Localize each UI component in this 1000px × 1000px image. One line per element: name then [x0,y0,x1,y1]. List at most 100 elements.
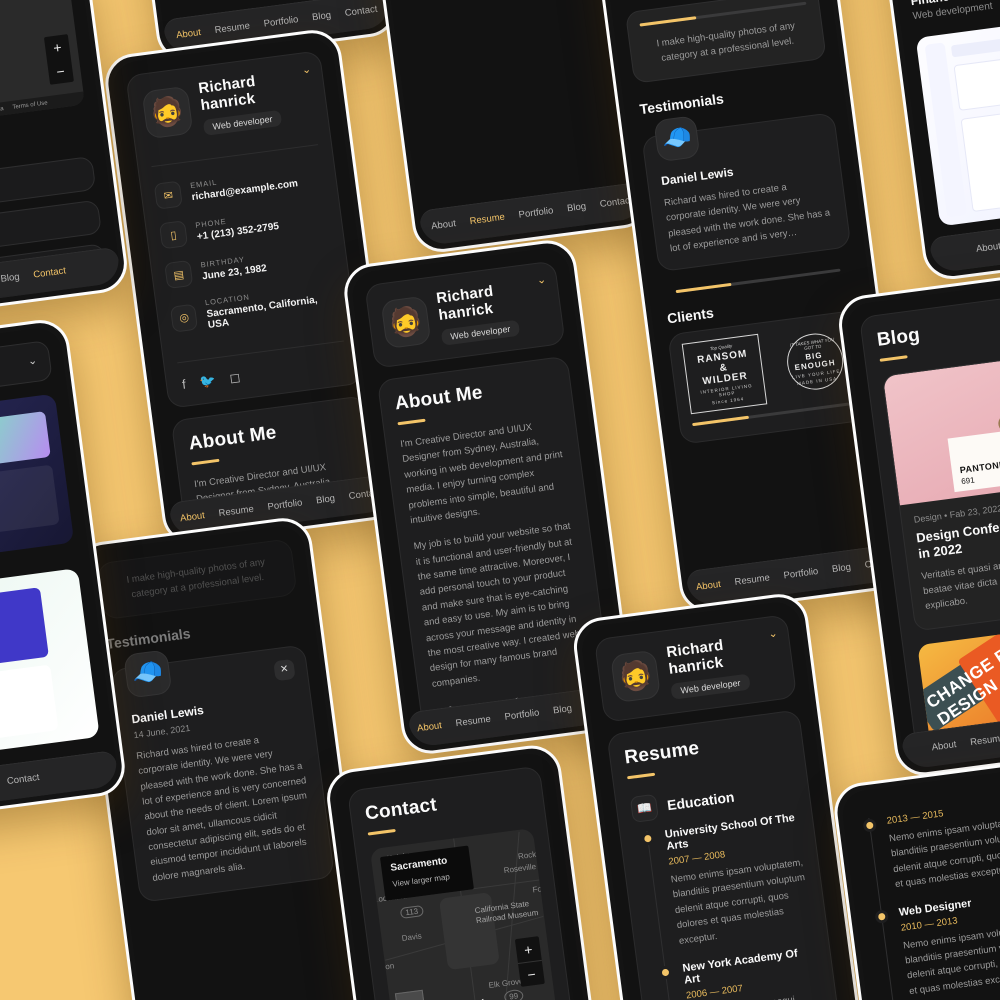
nav-item-about[interactable]: About [431,218,457,232]
phone-mock-contact-form: Elk Grove + − Google Keyboard shortcuts … [0,0,131,321]
testimonial-text: Richard was hired to create a corporate … [135,734,308,884]
map-footer-item[interactable]: Terms of Use [12,100,48,111]
map-zoom-controls[interactable]: + − [514,936,545,987]
nav-item-blog[interactable]: Blog [311,10,331,23]
title-underline [367,828,396,836]
chevron-down-icon: ⌄ [27,354,38,368]
nav-item-about[interactable]: About [176,27,202,41]
page-title: About Me [187,422,278,455]
map-label: Davis [401,931,423,943]
nav-item-resume[interactable]: Resume [218,504,255,520]
nav-item-blog[interactable]: Blog [566,201,586,214]
map-footer-item[interactable]: Map Data [0,106,4,115]
nav-item-resume[interactable]: Resume [469,212,506,228]
close-icon[interactable]: ✕ [273,658,296,682]
zoom-out-button[interactable]: − [517,959,545,987]
service-text: I make high-quality photos of any catego… [655,20,796,65]
avatar: 🧔 [380,295,432,350]
portfolio-thumbnail[interactable] [0,393,75,568]
nav-item-about[interactable]: About [931,739,957,753]
testimonial-excerpt: Richard was hired to create a corporate … [663,181,831,255]
pantone-brand: PANTONE [959,459,1000,476]
nav-item-about[interactable]: About [695,579,721,593]
zoom-out-button[interactable]: − [47,58,74,85]
map[interactable]: Knights Rocklin Roseville oodland Folsom… [369,828,558,1000]
chevron-down-icon[interactable]: ⌄ [301,62,312,76]
nav-item-contact[interactable]: Contact [344,4,378,19]
portfolio-thumbnail[interactable] [0,568,100,763]
title-underline [879,355,908,362]
testimonials-heading: Testimonials [638,90,725,118]
testimonial-card[interactable]: 🧢 Daniel Lewis Richard was hired to crea… [641,111,852,273]
profile-name: Richard hanrick [435,282,495,324]
nav-item-portfolio[interactable]: Portfolio [267,497,303,512]
page-title: Resume [623,737,701,769]
about-paragraph-1: I'm Creative Director and UI/UX Designer… [399,421,564,527]
nav-item-resume[interactable]: Resume [970,733,1000,749]
nav-item-about[interactable]: About [417,720,443,734]
nav-item-blog[interactable]: Blog [552,703,572,716]
page-title: Blog [875,324,922,351]
client-logo-ransom-wilder[interactable]: Top Quality RANSOM & WILDER INTERIOR LIV… [681,333,768,414]
blog-post[interactable]: PANTONE 691 Design • Fab 23, 2022 Design… [881,355,1000,632]
avatar: 🧔 [141,85,194,140]
avatar: 🧢 [123,648,173,699]
service-card: I make high-quality photos of any catego… [95,538,298,621]
resume-card: Resume 📖 Education University School Of … [606,709,846,1000]
map-larger-link[interactable]: View larger map [392,872,450,888]
nav-item-portfolio[interactable]: Portfolio [518,205,554,220]
nav-item-contact[interactable]: Contact [6,772,40,787]
timeline-item: 2013 — 2015 Nemo enims ipsam voluptatem,… [886,795,1000,892]
nav-item-resume[interactable]: Resume [214,21,251,37]
chevron-down-icon[interactable]: ⌄ [536,273,547,287]
timeline-text: Nemo enims ipsam voluptatem, blanditiis … [670,857,806,947]
nav-item-about[interactable]: About [975,241,1000,255]
blog-date: Fab 23, 2022 [949,503,1000,520]
chevron-down-icon[interactable]: ⌄ [768,627,779,641]
blog-category: Design [913,511,943,525]
nav-item-blog[interactable]: Blog [831,562,851,575]
profile-role: Web developer [202,109,283,136]
profile-role: Web developer [670,673,751,700]
about-paragraph-2: My job is to build your website so that … [413,520,581,690]
nav-item-portfolio[interactable]: Portfolio [783,566,819,581]
showcase-stage: About Resume Portfolio Blog Contact 🧔 Ri… [0,0,1000,1000]
nav-item-about[interactable]: About [180,510,206,524]
profile-card: 🧔 Richard hanrick Web developer ⌄ [593,614,798,723]
pantone-code: 691 [960,475,976,487]
zoom-in-button[interactable]: + [44,34,71,61]
navbar[interactable]: About Resume Portfolio Blog Contact [418,181,646,247]
twitter-icon[interactable]: 🐦 [199,373,217,391]
service-card: I make high-quality photos of any catego… [624,0,827,84]
instagram-icon[interactable]: ◻ [229,369,242,386]
map[interactable]: Elk Grove + − Google Keyboard shortcuts … [0,0,86,130]
facebook-icon[interactable]: f [181,377,187,393]
portfolio-thumbnail[interactable] [915,13,1000,227]
map-zoom-controls[interactable]: + − [43,34,74,85]
title-underline [627,772,656,780]
navbar[interactable]: Blog Contact [0,749,120,815]
profile-name: Richard hanrick [197,72,257,115]
nav-item-blog[interactable]: Blog [0,271,20,284]
calendar-icon: ▤ [164,259,194,290]
slider[interactable] [675,268,841,294]
nav-item-resume[interactable]: Resume [734,572,771,588]
phone-mock-portfolio-right: Finance Web development About [855,0,1000,283]
map-thumbnail[interactable] [394,989,427,1000]
nav-item-blog[interactable]: Blog [315,493,335,506]
education-heading: Education [666,788,736,814]
education-timeline: University School Of The Arts 2007 — 200… [646,811,827,1000]
blog-card: Blog PANTONE 691 Design • Fab 23, 2022 D… [858,292,1000,770]
nav-item-contact[interactable]: Contact [33,265,67,280]
testimonial-modal: 🧢 ✕ Daniel Lewis 14 June, 2021 Richard w… [109,644,335,903]
phone-mock-experience: 2013 — 2015 Nemo enims ipsam voluptatem,… [830,756,1000,1000]
nav-item-portfolio[interactable]: Portfolio [263,14,299,29]
nav-item-resume[interactable]: Resume [455,714,492,730]
avatar: 🧔 [610,649,662,704]
location-icon: ◎ [169,303,199,333]
mail-icon: ✉ [153,180,183,210]
blog-image: PANTONE 691 [882,356,1000,506]
profile-name: Richard hanrick [665,636,725,678]
nav-item-portfolio[interactable]: Portfolio [504,707,540,722]
zoom-in-button[interactable]: + [515,936,542,963]
